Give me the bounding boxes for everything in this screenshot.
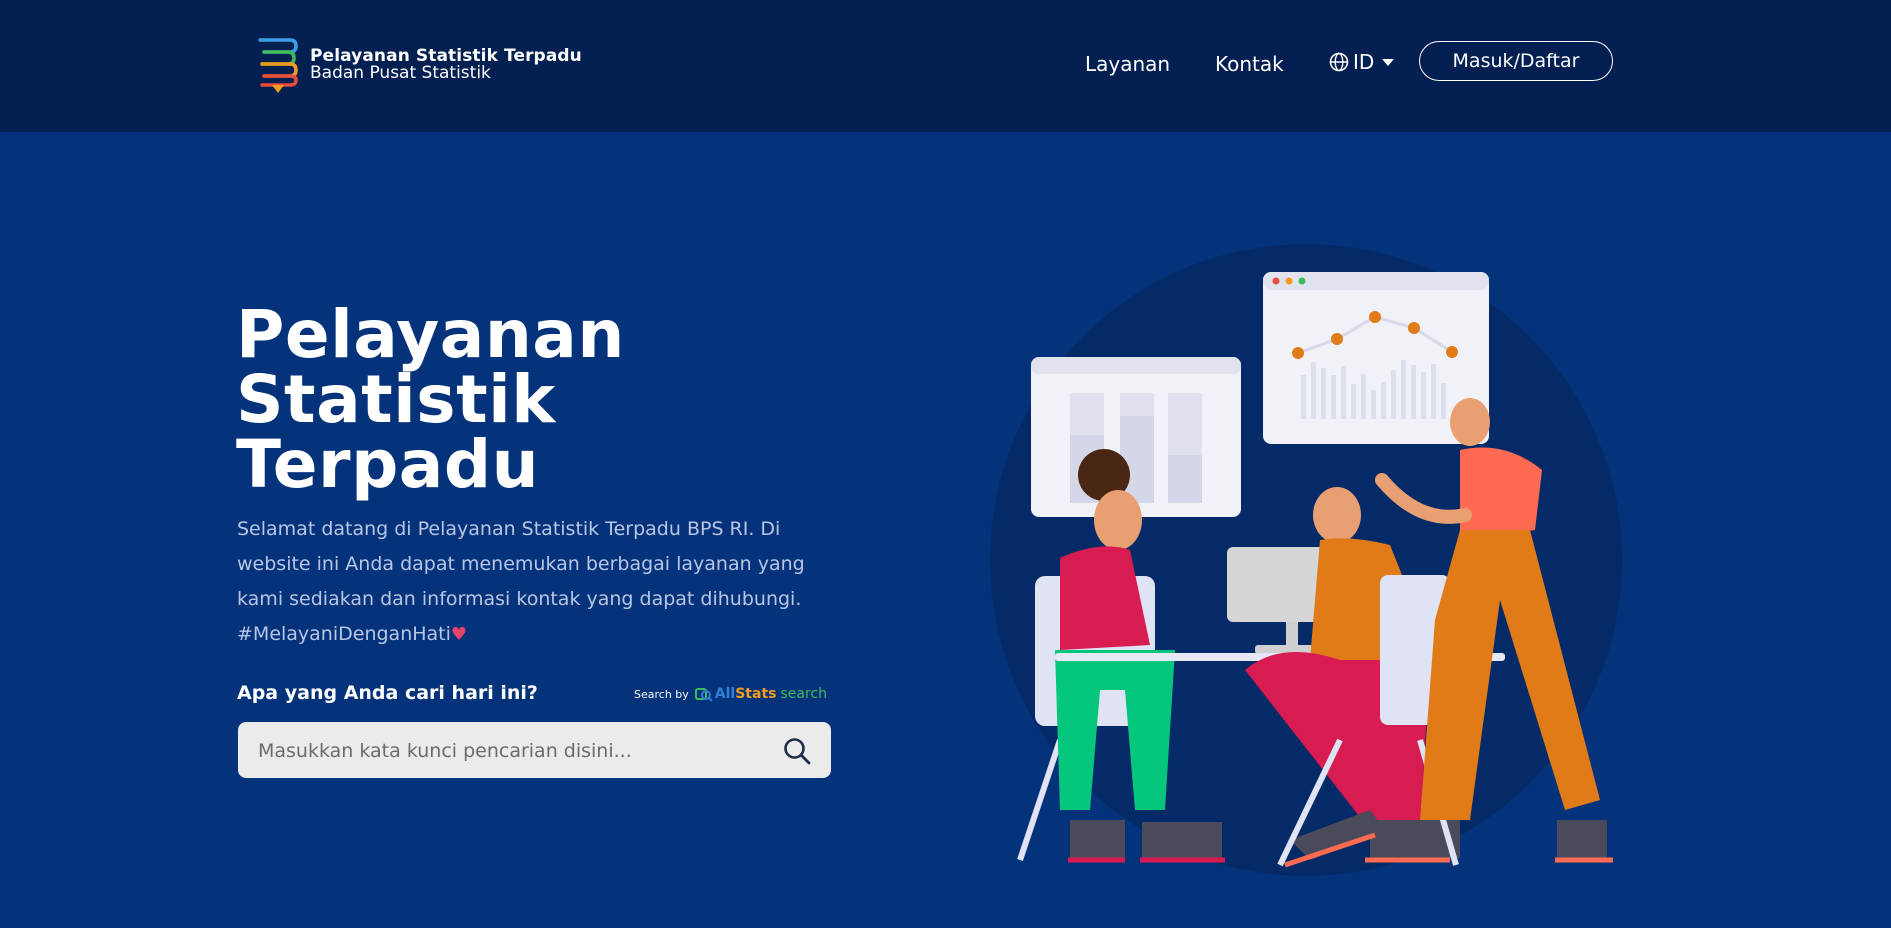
caret-down-icon [1382, 58, 1395, 66]
hero-description-text: Selamat datang di Pelayanan Statistik Te… [237, 518, 805, 610]
nav-link-layanan[interactable]: Layanan [1085, 52, 1170, 76]
search-by-allstats: Search by All Stats search [634, 686, 827, 702]
nav-link-kontak[interactable]: Kontak [1215, 52, 1284, 76]
brand-text: Pelayanan Statistik Terpadu Badan Pusat … [310, 48, 582, 82]
brand-subtitle: Badan Pusat Statistik [310, 63, 491, 83]
brand[interactable]: Pelayanan Statistik Terpadu Badan Pusat … [254, 34, 582, 96]
allstats-brand-search: search [780, 686, 827, 702]
hero-hashtag: #MelayaniDenganHati [237, 623, 451, 645]
search-input[interactable] [256, 722, 780, 780]
bps-logo-icon [258, 38, 298, 93]
login-register-button[interactable]: Masuk/Daftar [1419, 41, 1613, 81]
allstats-logo: All Stats search [694, 686, 827, 702]
hero-title: Pelayanan Statistik Terpadu [236, 302, 625, 498]
allstats-brand-all: All [714, 686, 736, 702]
language-label: ID [1353, 50, 1375, 74]
bar-chart-panel [1031, 357, 1241, 517]
allstats-icon [694, 688, 713, 702]
search-icon[interactable] [782, 736, 812, 766]
search-box [238, 722, 831, 780]
language-selector[interactable]: ID [1329, 50, 1395, 74]
globe-icon [1329, 52, 1349, 72]
allstats-brand-stats: Stats [735, 686, 777, 702]
hero-title-line3: Terpadu [236, 426, 540, 503]
hero-illustration [990, 244, 1622, 876]
search-by-label: Search by [634, 687, 689, 701]
heart-icon: ♥ [450, 624, 468, 645]
navbar: Pelayanan Statistik Terpadu Badan Pusat … [0, 0, 1891, 132]
hero-description: Selamat datang di Pelayanan Statistik Te… [237, 512, 837, 652]
search-label: Apa yang Anda cari hari ini? [237, 682, 538, 704]
